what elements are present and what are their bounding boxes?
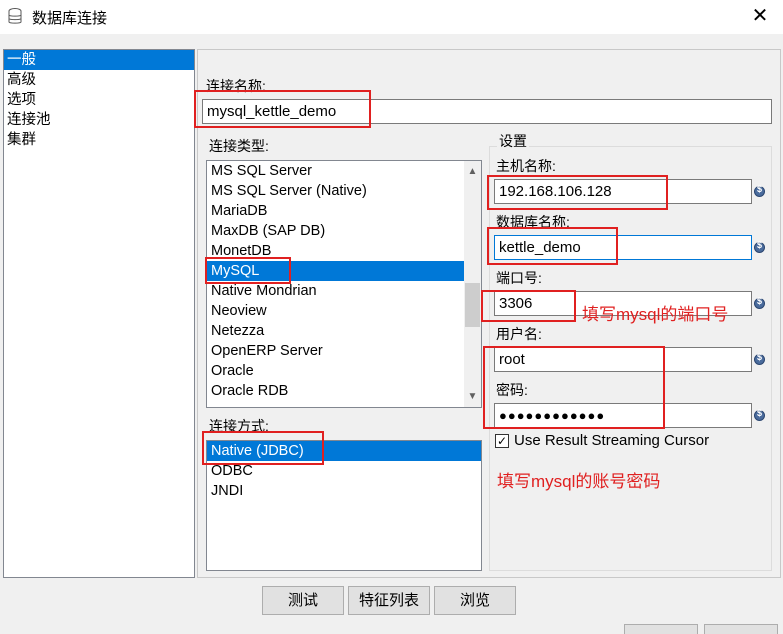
list-item[interactable]: JNDI [207,481,481,501]
port-annotation: 填写mysql的端口号 [582,305,729,324]
list-item[interactable]: MonetDB [207,241,481,261]
database-icon [8,8,22,29]
connection-name-label: 连接名称: [206,78,266,94]
account-annotation: 填写mysql的账号密码 [497,472,661,491]
list-item[interactable]: MaxDB (SAP DB) [207,221,481,241]
feature-list-button[interactable]: 特征列表 [348,586,430,615]
variable-icon[interactable] [754,408,765,421]
access-method-list[interactable]: Native (JDBC) ODBC JNDI [206,440,482,571]
title-bar: 数据库连接 ✕ [0,0,783,34]
access-method-label: 连接方式: [209,418,269,434]
variable-icon[interactable] [754,352,765,365]
host-input[interactable]: 192.168.106.128 [494,179,752,204]
list-item[interactable]: Oracle RDB [207,381,481,401]
nav-item-general[interactable]: 一般 [4,50,194,70]
nav-item-options[interactable]: 选项 [4,90,194,110]
category-nav: 一般 高级 选项 连接池 集群 [3,49,195,578]
close-button[interactable]: ✕ [737,0,783,34]
window-title: 数据库连接 [32,10,108,27]
username-input[interactable]: root [494,347,752,372]
list-item[interactable]: MariaDB [207,201,481,221]
list-item-selected[interactable]: Native (JDBC) [207,441,481,461]
streaming-checkbox[interactable]: ✓ [495,434,509,448]
nav-item-cluster[interactable]: 集群 [4,130,194,150]
settings-title: 设置 [497,131,529,151]
list-item[interactable]: ODBC [207,461,481,481]
streaming-label: Use Result Streaming Cursor [514,432,710,449]
password-input[interactable]: ●●●●●●●●●●●● [494,403,752,428]
connection-type-list[interactable]: MS SQL Server MS SQL Server (Native) Mar… [206,160,482,408]
nav-item-pooling[interactable]: 连接池 [4,110,194,130]
database-name-input[interactable]: kettle_demo [494,235,752,260]
variable-icon[interactable] [754,296,765,309]
explore-button[interactable]: 浏览 [434,586,516,615]
list-item[interactable]: Native Mondrian [207,281,481,301]
host-label: 主机名称: [496,158,556,174]
list-item[interactable]: MS SQL Server (Native) [207,181,481,201]
scroll-thumb[interactable] [465,283,480,327]
connection-name-input[interactable]: mysql_kettle_demo [202,99,772,124]
list-item[interactable]: MS SQL Server [207,161,481,181]
list-item[interactable]: OpenERP Server [207,341,481,361]
variable-icon[interactable] [754,240,765,253]
list-item-selected[interactable]: MySQL [207,261,464,281]
test-button[interactable]: 测试 [262,586,344,615]
scroll-up-icon[interactable]: ▲ [464,163,481,180]
variable-icon[interactable] [754,184,765,197]
list-item[interactable]: Oracle [207,361,481,381]
vertical-scrollbar[interactable]: ▲ ▼ [464,161,481,407]
list-item[interactable]: Netezza [207,321,481,341]
username-label: 用户名: [496,326,542,342]
scroll-down-icon[interactable]: ▼ [464,388,481,405]
list-item[interactable]: Neoview [207,301,481,321]
connection-type-label: 连接类型: [209,138,269,154]
nav-item-advanced[interactable]: 高级 [4,70,194,90]
database-name-label: 数据库名称: [496,214,570,230]
password-label: 密码: [496,382,528,398]
port-label: 端口号: [496,270,542,286]
